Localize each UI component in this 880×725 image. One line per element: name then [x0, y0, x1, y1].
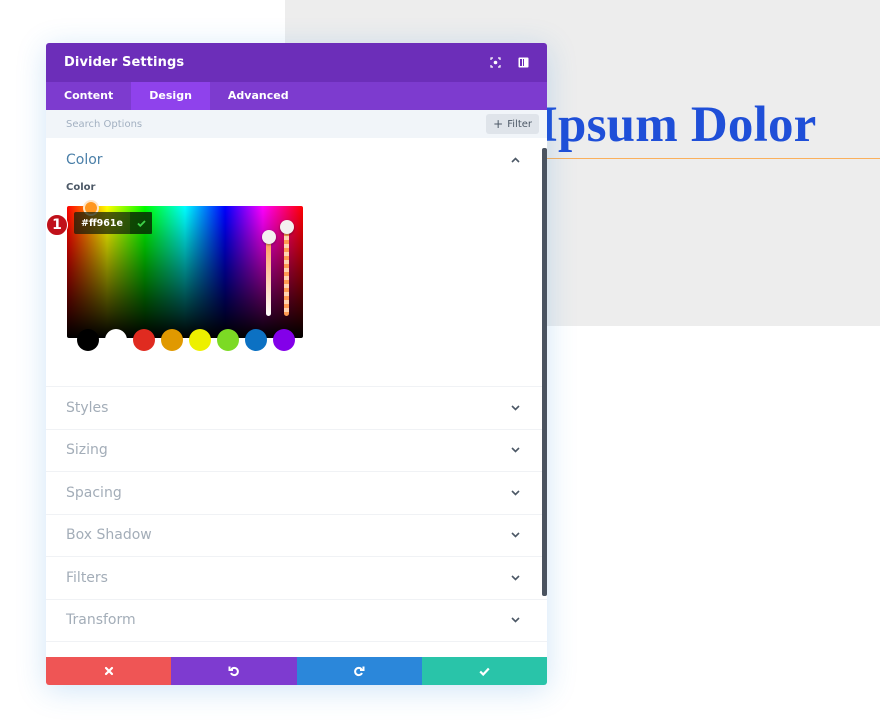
filter-label: Filter: [507, 118, 532, 130]
hex-input-box: [74, 212, 152, 234]
undo-button[interactable]: [171, 657, 297, 685]
color-section: Color Color 1: [46, 138, 547, 387]
color-field-label: Color: [66, 182, 96, 193]
color-swatch[interactable]: [273, 329, 295, 351]
color-swatch[interactable]: [217, 329, 239, 351]
collapsed-sections: Styles Sizing Spacing Box Shadow Filters: [46, 387, 547, 642]
color-section-title: Color: [66, 151, 103, 168]
sidebar-toggle-icon[interactable]: [517, 57, 529, 69]
panel-footer: [46, 657, 547, 685]
section-box-shadow[interactable]: Box Shadow: [46, 515, 547, 557]
chevron-down-icon[interactable]: [509, 572, 521, 584]
redo-button[interactable]: [296, 657, 422, 685]
filter-button[interactable]: + Filter: [486, 114, 539, 134]
chevron-down-icon[interactable]: [509, 614, 521, 626]
hue-slider-knob[interactable]: [262, 230, 276, 244]
save-button[interactable]: [421, 657, 547, 685]
color-swatch[interactable]: [133, 329, 155, 351]
opacity-slider-track[interactable]: [284, 224, 289, 316]
color-swatch[interactable]: [245, 329, 267, 351]
chevron-down-icon[interactable]: [509, 444, 521, 456]
panel-header[interactable]: Divider Settings: [46, 43, 547, 82]
section-title: Box Shadow: [66, 527, 152, 544]
divider-settings-panel: Divider Settings Content Design Advanced…: [46, 43, 547, 685]
section-transform[interactable]: Transform: [46, 600, 547, 642]
section-spacing[interactable]: Spacing: [46, 472, 547, 515]
color-swatch[interactable]: [77, 329, 99, 351]
section-title: Filters: [66, 569, 108, 586]
settings-scroll-area: Color Color 1 #ff961e Styles Sizing Spac…: [46, 138, 547, 657]
preview-heading: Ipsum Dolor: [538, 97, 817, 153]
focus-icon[interactable]: [489, 57, 501, 69]
chevron-down-icon[interactable]: [509, 402, 521, 414]
hex-color-input[interactable]: [74, 212, 130, 234]
close-icon: [104, 666, 113, 676]
section-styles[interactable]: Styles: [46, 387, 547, 430]
color-swatch[interactable]: [189, 329, 211, 351]
search-options-input[interactable]: [66, 118, 487, 130]
opacity-slider-knob[interactable]: [280, 220, 294, 234]
color-swatch[interactable]: [105, 329, 127, 351]
color-swatches: [77, 329, 295, 351]
undo-icon: [228, 666, 239, 677]
search-row: + Filter: [46, 110, 547, 138]
tab-content[interactable]: Content: [46, 82, 131, 110]
chevron-up-icon[interactable]: [509, 154, 521, 166]
tab-bar: Content Design Advanced: [46, 82, 547, 110]
panel-scrollbar[interactable]: [542, 148, 547, 596]
preview-divider-line: [538, 158, 880, 159]
section-title: Transform: [66, 612, 136, 629]
apply-hex-button[interactable]: [130, 212, 152, 234]
check-icon: [479, 667, 490, 676]
check-icon: [136, 219, 146, 227]
color-picker-gradient[interactable]: 1: [46, 200, 303, 338]
section-sizing[interactable]: Sizing: [46, 430, 547, 472]
discard-button[interactable]: [46, 657, 172, 685]
section-filters[interactable]: Filters: [46, 557, 547, 600]
panel-title: Divider Settings: [64, 55, 185, 70]
section-title: Styles: [66, 399, 109, 416]
chevron-down-icon[interactable]: [509, 487, 521, 499]
step-badge: 1: [46, 214, 68, 236]
plus-icon: +: [493, 117, 504, 131]
color-section-header[interactable]: Color: [66, 138, 527, 181]
tab-design[interactable]: Design: [131, 82, 210, 110]
redo-icon: [354, 666, 365, 677]
section-title: Spacing: [66, 484, 122, 501]
color-swatch[interactable]: [161, 329, 183, 351]
page: Ipsum Dolor Divider Settings Content Des…: [0, 0, 880, 725]
chevron-down-icon[interactable]: [509, 529, 521, 541]
tab-advanced[interactable]: Advanced: [210, 82, 307, 110]
section-title: Sizing: [66, 442, 108, 459]
